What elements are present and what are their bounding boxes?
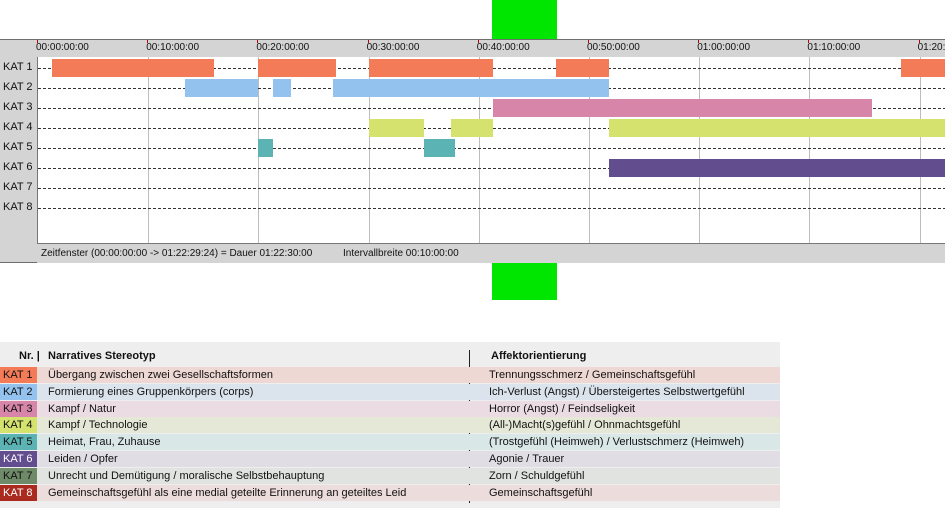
ruler-tick-label: 01:10:00:00 <box>807 42 861 53</box>
ruler-tick-mark <box>477 40 479 43</box>
vertical-gridline <box>699 57 701 243</box>
position-marker-bottom[interactable] <box>492 263 557 300</box>
legend-affekt-text: Zorn / Schuldgefühl <box>489 469 585 482</box>
category-label: KAT 2 <box>3 81 33 93</box>
legend-stereotype-text: Gemeinschaftsgefühl als eine medial gete… <box>48 486 407 499</box>
ruler-tick-label: 00:30:00:00 <box>366 42 420 53</box>
timeline-plot-area[interactable] <box>37 57 945 243</box>
legend-affekt-text: Agonie / Trauer <box>489 453 565 465</box>
ruler-tick-mark <box>588 40 589 43</box>
segment-bar[interactable] <box>608 159 945 177</box>
legend-header-affekt: Affektorientierung <box>491 350 587 362</box>
legend-row: KAT 4 Kampf / Technologie (All-)Macht(s)ge… <box>0 417 780 434</box>
legend-category-swatch: KAT 3 <box>0 400 37 417</box>
legend-row: KAT 5 Heimat, Frau, Zuhause (Trostgefühl (… <box>0 434 780 451</box>
category-label: KAT 1 <box>3 61 33 73</box>
legend-stereotype-text: Übergang zwischen zwei Gesellschaftsform… <box>48 369 273 381</box>
segment-bar[interactable] <box>493 99 873 117</box>
ruler-tick-label: 01:00:00:00 <box>697 42 751 53</box>
ruler-tick-label: 00:20:00:00 <box>256 42 310 53</box>
legend-header-stereotype: Narratives Stereotyp <box>48 350 156 362</box>
vertical-gridline <box>148 57 150 243</box>
legend-affekt-text: (All-)Macht(s)gefühl / Ohnmachtsgefühl <box>489 419 681 432</box>
segment-bar[interactable] <box>368 119 424 137</box>
segment-bar[interactable] <box>555 59 609 77</box>
legend-stereotype-text: Heimat, Frau, Zuhause <box>48 436 161 449</box>
vertical-gridline <box>809 57 811 243</box>
ruler-tick-mark <box>367 40 369 43</box>
time-window-text: Zeitfenster (00:00:00:00 -> 01:22:29:24)… <box>41 248 313 259</box>
legend-category-swatch: KAT 1 <box>0 367 37 383</box>
segment-bar[interactable] <box>608 119 945 137</box>
ruler-tick-label: 00:40:00:00 <box>476 42 530 53</box>
legend-stereotype-text: Formierung eines Gruppenkörpers (corps) <box>48 385 254 398</box>
ruler-tick-mark <box>698 40 700 43</box>
legend-row: KAT 7 Unrecht und Demütigung / moralische… <box>0 467 780 484</box>
legend-row: KAT 6 Leiden / Opfer Agonie / Trauer <box>0 451 780 467</box>
legend-affekt-text: Ich-Verlust (Angst) / Übersteigertes Sel… <box>489 385 745 398</box>
category-label: KAT 5 <box>3 141 33 153</box>
ruler-tick-mark <box>808 40 810 43</box>
time-ruler[interactable]: 00:00:00:00 00:10:00:00 00:20:00:00 00:30:0… <box>36 40 945 57</box>
legend-header-nr: Nr. | <box>19 350 40 362</box>
ruler-tick-label: 00:50:00:00 <box>587 42 640 53</box>
segment-bar[interactable] <box>368 59 494 77</box>
category-label-column: KAT 1 KAT 2 KAT 3 KAT 4 KAT 5 KAT 6 KAT 7 KAT 8 <box>0 57 37 243</box>
row-guideline <box>38 188 945 189</box>
ruler-tick-mark <box>147 40 149 43</box>
legend-category-swatch: KAT 6 <box>0 451 37 467</box>
legend-affekt-text: Horror (Angst) / Feindseligkeit <box>489 402 636 415</box>
category-label: KAT 4 <box>3 121 33 133</box>
legend-stereotype-text: Leiden / Opfer <box>48 453 118 465</box>
legend-stereotype-text: Unrecht und Demütigung / moralische Selb… <box>48 469 325 482</box>
ruler-tick-mark <box>257 40 259 43</box>
legend-category-swatch: KAT 4 <box>0 417 37 434</box>
segment-bar[interactable] <box>52 59 215 77</box>
legend-row: KAT 3 Kampf / Natur Horror (Angst) / Feind… <box>0 400 780 417</box>
category-label: KAT 8 <box>3 201 33 213</box>
segment-bar[interactable] <box>333 79 609 97</box>
segment-bar[interactable] <box>272 79 292 97</box>
interval-width-text: Intervallbreite 00:10:00:00 <box>343 248 459 259</box>
segment-bar[interactable] <box>258 139 273 157</box>
ruler-tick-mark <box>37 40 38 43</box>
legend-stereotype-text: Kampf / Natur <box>48 402 116 415</box>
segment-bar[interactable] <box>451 119 494 137</box>
legend-row: KAT 2 Formierung eines Gruppenkörpers (co… <box>0 383 780 400</box>
legend-row: KAT 8 Gemeinschaftsgefühl als eine medial… <box>0 484 780 501</box>
segment-bar[interactable] <box>258 59 336 77</box>
timeline-panel: 00:00:00:00 00:10:00:00 00:20:00:00 00:30:0… <box>0 39 945 263</box>
segment-bar[interactable] <box>423 139 455 157</box>
legend-affekt-text: Trennungsschmerz / Gemeinschaftsgefühl <box>489 369 696 381</box>
segment-bar[interactable] <box>900 59 945 77</box>
legend-affekt-text: Gemeinschaftsgefühl <box>489 486 593 499</box>
ruler-tick-mark <box>918 40 920 43</box>
legend-category-swatch: KAT 8 <box>0 484 37 501</box>
status-bar: Zeitfenster (00:00:00:00 -> 01:22:29:24)… <box>37 243 945 263</box>
legend-category-swatch: KAT 2 <box>0 383 37 400</box>
legend-category-swatch: KAT 5 <box>0 434 37 451</box>
legend-affekt-text: (Trostgefühl (Heimweh) / Verlustschmerz … <box>489 436 745 449</box>
position-marker-top[interactable] <box>492 0 557 39</box>
category-label: KAT 6 <box>3 161 33 173</box>
segment-bar[interactable] <box>184 79 259 97</box>
legend-category-swatch: KAT 7 <box>0 467 37 484</box>
legend-stereotype-text: Kampf / Technologie <box>48 419 148 432</box>
ruler-tick-label: 00:00:00:00 <box>36 42 89 53</box>
row-guideline <box>38 148 945 149</box>
row-guideline <box>38 208 945 209</box>
legend-table: Nr. | Narratives Stereotyp Affektorienti… <box>0 342 780 508</box>
vertical-gridline <box>919 57 921 243</box>
ruler-tick-label: 01:20:00:00 <box>917 42 945 53</box>
category-label: KAT 7 <box>3 181 33 193</box>
category-label: KAT 3 <box>3 101 33 113</box>
ruler-tick-label: 00:10:00:00 <box>146 42 200 53</box>
legend-row: KAT 1 Übergang zwischen zwei Gesellschaft… <box>0 367 780 383</box>
